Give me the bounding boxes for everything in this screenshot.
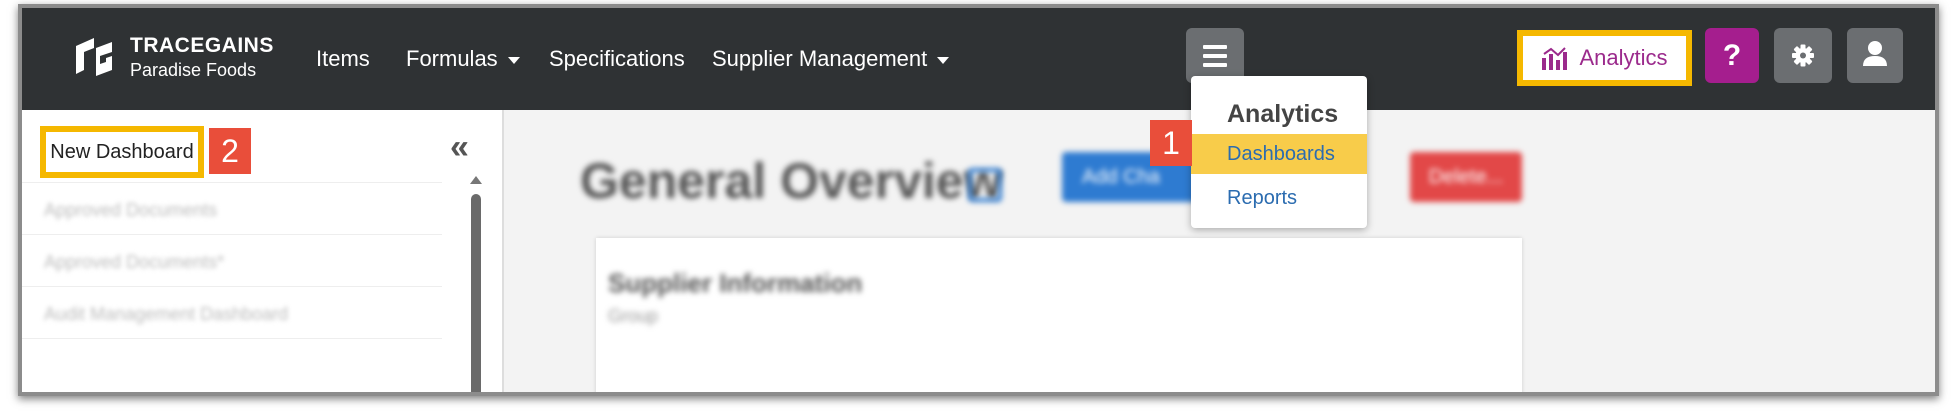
sidebar-item-approved-documents[interactable]: Approved Documents: [44, 200, 434, 221]
hamburger-menu-button[interactable]: [1186, 28, 1244, 83]
new-dashboard-button[interactable]: New Dashboard: [40, 126, 204, 178]
brand-name: TRACEGAINS: [130, 34, 274, 57]
analytics-button[interactable]: Analytics: [1517, 30, 1692, 86]
nav-formulas-label: Formulas: [406, 46, 498, 71]
nav-formulas[interactable]: Formulas: [406, 46, 520, 72]
user-icon: [1863, 41, 1887, 66]
collapse-sidebar-icon[interactable]: «: [450, 128, 469, 167]
tracegains-logo-icon: [76, 37, 112, 76]
page-title: General Overview: [580, 153, 1003, 209]
callout-step-2: 2: [209, 128, 251, 174]
hamburger-icon: [1203, 45, 1227, 49]
sidebar-scrollbar[interactable]: [471, 194, 481, 392]
scroll-up-arrow-icon[interactable]: [470, 176, 482, 184]
analytics-label: Analytics: [1579, 45, 1668, 70]
gear-icon: [1792, 44, 1814, 67]
widget-card: Supplier Information Group: [596, 238, 1522, 392]
top-nav: TRACEGAINS Paradise Foods Items Formulas…: [22, 8, 1935, 110]
edit-icon[interactable]: [968, 168, 1002, 202]
card-title: Supplier Information: [608, 268, 863, 298]
settings-button[interactable]: [1774, 28, 1832, 83]
analytics-chart-icon: [1542, 47, 1568, 70]
nav-items[interactable]: Items: [316, 46, 370, 72]
sidebar-item-audit-management-dashboard[interactable]: Audit Management Dashboard: [44, 304, 434, 325]
nav-specifications-label: Specifications: [549, 46, 685, 71]
dashboard-sidebar: New Dashboard 2 « Approved Documents App…: [22, 110, 504, 392]
delete-button[interactable]: Delete...: [1410, 152, 1522, 202]
sidebar-item-approved-documents-star[interactable]: Approved Documents*: [44, 252, 434, 273]
brand[interactable]: TRACEGAINS Paradise Foods: [72, 34, 274, 81]
nav-supplier-management[interactable]: Supplier Management: [712, 46, 950, 72]
dropdown-item-dashboards[interactable]: Dashboards: [1191, 134, 1367, 174]
dropdown-header: Analytics: [1227, 100, 1339, 128]
card-subtitle: Group: [608, 306, 659, 326]
chevron-down-icon: [937, 56, 950, 64]
nav-supplier-management-label: Supplier Management: [712, 46, 928, 71]
chevron-down-icon: [507, 56, 520, 64]
nav-items-label: Items: [316, 46, 370, 71]
user-profile-button[interactable]: [1847, 28, 1903, 83]
callout-step-1: 1: [1150, 120, 1192, 166]
help-button[interactable]: ?: [1705, 28, 1759, 83]
dropdown-item-reports[interactable]: Reports: [1191, 178, 1367, 218]
app-window: TRACEGAINS Paradise Foods Items Formulas…: [18, 4, 1939, 396]
nav-specifications[interactable]: Specifications: [549, 46, 685, 72]
brand-subtitle: Paradise Foods: [130, 60, 257, 80]
analytics-dropdown-menu: Analytics Dashboards Reports: [1191, 76, 1367, 228]
